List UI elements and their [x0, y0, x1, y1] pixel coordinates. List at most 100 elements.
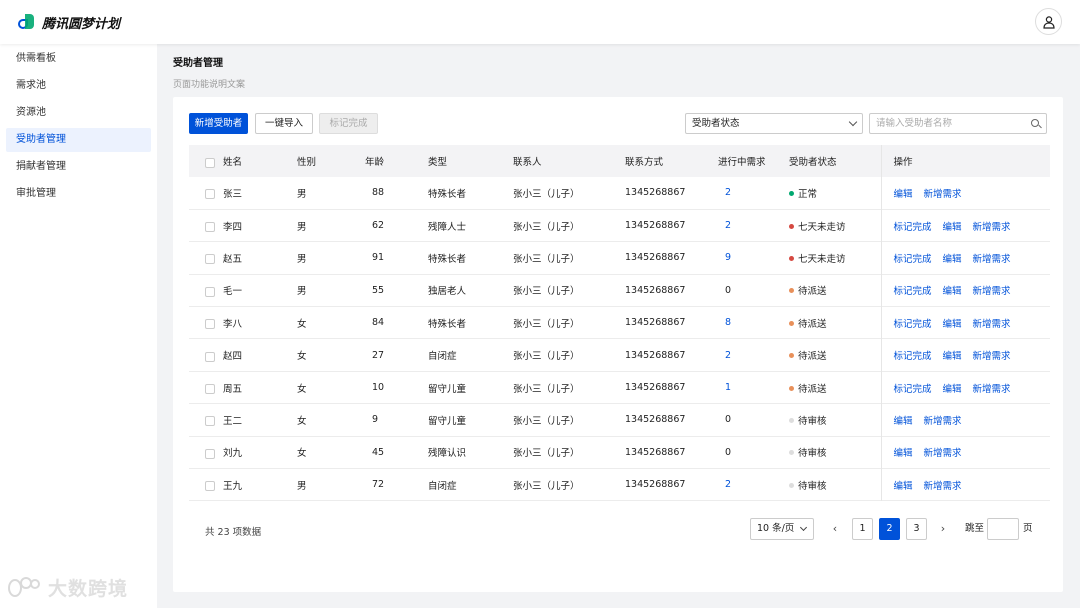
page-button[interactable]: 1 [852, 518, 873, 540]
sidebar-item[interactable]: 供需看板 [6, 47, 151, 71]
cell-contact: 张小三（儿子） [513, 177, 625, 209]
row-action-link[interactable]: 标记完成 [894, 222, 932, 233]
cell-ongoing: 2 [718, 339, 789, 371]
row-action-link[interactable]: 编辑 [943, 384, 962, 395]
row-action-link[interactable]: 编辑 [894, 448, 913, 459]
age-value: 88 [372, 187, 385, 199]
search-icon[interactable] [1031, 119, 1039, 127]
sidebar-item[interactable]: 审批管理 [6, 182, 151, 206]
row-action-link[interactable]: 编辑 [894, 416, 913, 427]
row-action-link[interactable]: 新增需求 [973, 222, 1011, 233]
row-action-link[interactable]: 标记完成 [894, 319, 932, 330]
column-header-label: 操作 [893, 157, 913, 168]
row-checkbox[interactable] [205, 222, 215, 233]
status-value: 待派送 [798, 383, 827, 395]
cell-contact: 张小三（儿子） [513, 436, 625, 468]
cell-status: 待派送 [789, 371, 881, 403]
cell-name: 王九 [189, 469, 297, 501]
row-checkbox[interactable] [205, 416, 215, 427]
prev-page-button[interactable]: ‹ [828, 518, 842, 540]
row-action-link[interactable]: 标记完成 [894, 351, 932, 362]
cell-actions: 标记完成 编辑 新增需求 [880, 306, 1050, 339]
page-size-select[interactable]: 10 条/页 [750, 518, 814, 540]
jump-page-input[interactable] [987, 518, 1019, 540]
row-action-link[interactable]: 标记完成 [894, 384, 932, 395]
row-action-link[interactable]: 编辑 [943, 286, 962, 297]
import-button[interactable]: 一键导入 [255, 113, 313, 134]
row-action-link[interactable]: 标记完成 [894, 286, 932, 297]
status-select[interactable]: 受助者状态 [685, 113, 863, 134]
ongoing-value[interactable]: 2 [725, 187, 731, 198]
row-checkbox[interactable] [205, 351, 215, 362]
sidebar-item[interactable]: 需求池 [6, 74, 151, 98]
table-row: 毛一 男 55 独居老人 张小三（儿子） 1345268867 0 待派送 标记完成 编辑 新增需求 [189, 274, 1050, 307]
cell-age: 88 [365, 177, 428, 209]
row-action-link[interactable]: 编辑 [943, 254, 962, 265]
ongoing-value[interactable]: 8 [725, 317, 731, 328]
row-action-link[interactable]: 新增需求 [973, 384, 1011, 395]
row-action-link[interactable]: 新增需求 [924, 448, 962, 459]
sidebar-item[interactable]: 捐献者管理 [6, 155, 151, 179]
content-card: 新增受助者 一键导入 标记完成 受助者状态 姓名 性别 年龄 类型 联系人 联系方式 进行中… [173, 97, 1063, 592]
row-action-link[interactable]: 新增需求 [973, 351, 1011, 362]
type-value: 残障认识 [428, 448, 467, 460]
row-checkbox[interactable] [205, 448, 215, 459]
name-value: 李八 [223, 318, 243, 330]
cell-name: 毛一 [189, 274, 297, 306]
ongoing-value[interactable]: 2 [725, 220, 731, 231]
row-checkbox[interactable] [205, 384, 215, 395]
row-action-link[interactable]: 新增需求 [924, 189, 962, 200]
row-action-link[interactable]: 新增需求 [973, 254, 1011, 265]
row-checkbox[interactable] [205, 481, 215, 492]
contact-value: 张小三（儿子） [513, 253, 580, 265]
row-action-link[interactable]: 新增需求 [924, 481, 962, 492]
row-action-link[interactable]: 编辑 [943, 319, 962, 330]
row-checkbox[interactable] [205, 286, 215, 297]
user-avatar-button[interactable] [1035, 8, 1062, 35]
column-header-label: 类型 [428, 157, 448, 168]
column-header: 姓名 [189, 145, 297, 177]
watermark-text: 大数跨境 [48, 578, 129, 600]
phone-value: 1345268867 [625, 479, 686, 491]
row-checkbox[interactable] [205, 254, 215, 265]
add-recipient-button[interactable]: 新增受助者 [189, 113, 248, 134]
cell-actions: 编辑 新增需求 [880, 468, 1050, 501]
cell-name: 周五 [189, 371, 297, 403]
search-box[interactable] [869, 113, 1047, 134]
column-header: 类型 [428, 145, 513, 177]
chevron-down-icon [848, 117, 858, 127]
ongoing-value[interactable]: 9 [725, 252, 731, 263]
cell-phone: 1345268867 [625, 371, 718, 403]
mark-complete-button[interactable]: 标记完成 [319, 113, 378, 134]
table-body: 张三男 88 特殊长者 张小三（儿子） 1345268867 2 正常 编辑 新增需求 李四男 62… [189, 177, 1050, 501]
cell-ongoing: 0 [718, 436, 789, 468]
next-page-button[interactable]: › [936, 518, 950, 540]
ongoing-value[interactable]: 2 [725, 479, 731, 490]
sidebar-item[interactable]: 受助者管理 [6, 128, 151, 152]
sidebar-item[interactable]: 资源池 [6, 101, 151, 125]
status-value: 待审核 [798, 415, 827, 427]
row-action-link[interactable]: 编辑 [894, 481, 913, 492]
cell-age: 62 [365, 209, 428, 241]
row-checkbox[interactable] [205, 319, 215, 330]
table-row: 赵四 女 27 自闭症 张小三（儿子） 1345268867 2 待派送 标记完成 编辑 新增需求 [189, 338, 1050, 372]
age-value: 72 [372, 479, 385, 491]
row-action-link[interactable]: 编辑 [894, 189, 913, 200]
search-input[interactable] [876, 114, 1026, 133]
app-logo[interactable]: 腾讯圆梦计划 [18, 13, 120, 32]
phone-value: 1345268867 [625, 252, 686, 264]
page-button[interactable]: 3 [906, 518, 927, 540]
row-action-link[interactable]: 新增需求 [924, 416, 962, 427]
page-button[interactable]: 2 [879, 518, 900, 540]
ongoing-value[interactable]: 2 [725, 350, 731, 361]
row-action-link[interactable]: 新增需求 [973, 319, 1011, 330]
ongoing-value[interactable]: 1 [725, 382, 731, 393]
select-all-checkbox[interactable] [205, 157, 215, 168]
row-action-link[interactable]: 编辑 [943, 222, 962, 233]
row-checkbox[interactable] [205, 189, 215, 200]
cell-phone: 1345268867 [625, 274, 718, 306]
row-action-link[interactable]: 标记完成 [894, 254, 932, 265]
row-action-link[interactable]: 编辑 [943, 351, 962, 362]
ongoing-value: 0 [725, 284, 732, 296]
row-action-link[interactable]: 新增需求 [973, 286, 1011, 297]
